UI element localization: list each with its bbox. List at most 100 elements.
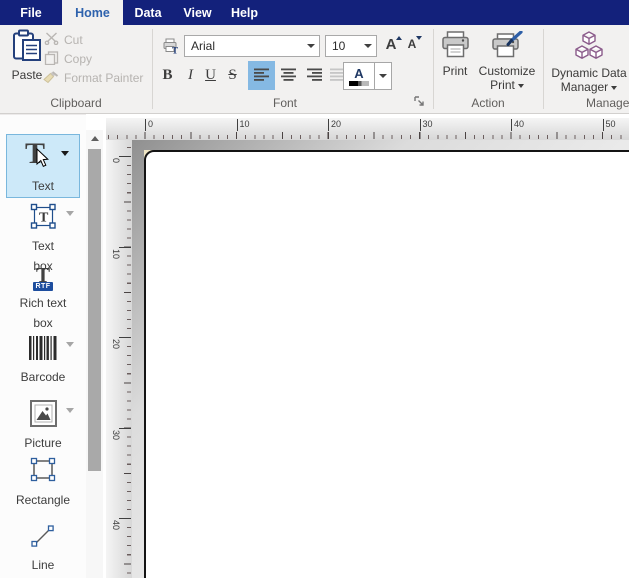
svg-text:T: T — [172, 46, 178, 55]
tool-rich-text-box-label: Rich text box — [20, 293, 67, 333]
cut-button[interactable]: Cut — [44, 31, 83, 49]
printer-font-icon[interactable]: T — [163, 38, 179, 57]
format-painter-icon — [42, 70, 59, 87]
tab-home[interactable]: Home — [62, 0, 123, 25]
tab-view-label: View — [183, 6, 211, 20]
print-icon — [441, 31, 470, 61]
group-separator — [543, 29, 544, 109]
chevron-down-icon[interactable] — [360, 44, 376, 48]
caret-up-icon — [396, 36, 402, 40]
tool-barcode-label: Barcode — [21, 367, 66, 387]
underline-label: U — [205, 67, 216, 84]
tool-picture-label: Picture — [24, 433, 61, 453]
strikethrough-button[interactable]: S — [221, 61, 244, 90]
underline-button[interactable]: U — [199, 61, 222, 90]
scissors-icon — [44, 32, 59, 48]
action-group-label: Action — [434, 96, 542, 110]
scrollbar-up-button[interactable] — [86, 130, 103, 147]
format-painter-button[interactable]: Format Painter — [42, 69, 143, 87]
tool-line[interactable]: Line — [0, 523, 86, 575]
ruler-number: 30 — [111, 430, 121, 440]
clipboard-group-label: Clipboard — [4, 96, 148, 110]
font-color-split-button[interactable]: A — [343, 62, 392, 90]
manage-group-label: Manager — [586, 96, 629, 110]
copy-icon — [44, 51, 59, 68]
ruler-number: 10 — [238, 119, 250, 129]
ruler-major-tick — [119, 156, 131, 157]
font-color-letter: A — [354, 67, 363, 80]
align-left-icon — [254, 68, 270, 84]
print-button[interactable]: Print — [436, 31, 474, 78]
bold-label: B — [162, 67, 172, 84]
chevron-down-icon[interactable] — [66, 342, 74, 347]
ruler-number: 40 — [111, 520, 121, 530]
align-left-button[interactable] — [248, 61, 275, 90]
ruler-number: 20 — [111, 339, 121, 349]
align-center-icon — [281, 68, 297, 84]
toolbox-panel: T Text T Text box T — [0, 114, 86, 578]
customize-print-label: CustomizePrint — [479, 64, 536, 92]
font-size-value: 10 — [326, 39, 360, 53]
chevron-down-icon — [611, 86, 617, 90]
tool-picture[interactable]: Picture — [0, 400, 86, 453]
font-dialog-launcher[interactable] — [414, 96, 425, 110]
chevron-down-icon — [518, 84, 524, 88]
copy-button[interactable]: Copy — [44, 50, 92, 68]
ruler-number: 10 — [111, 249, 121, 259]
font-family-select[interactable]: Arial — [184, 35, 320, 57]
tool-text-label: Text — [7, 179, 79, 193]
font-family-value: Arial — [185, 39, 303, 53]
picture-icon — [30, 400, 57, 430]
chevron-down-icon[interactable] — [303, 44, 319, 48]
font-color-bar — [349, 81, 369, 86]
align-center-button[interactable] — [275, 61, 302, 90]
ruler-major-tick — [119, 428, 131, 429]
dynamic-data-manager-button[interactable]: Dynamic DataManager — [548, 31, 629, 94]
grow-font-button[interactable]: A — [383, 35, 405, 57]
dynamic-data-manager-label: Dynamic DataManager — [551, 66, 626, 94]
shrink-font-button[interactable]: A — [405, 35, 425, 57]
svg-text:T: T — [39, 211, 49, 226]
ribbon-tab-bar: File Home Data View Help — [0, 0, 629, 25]
ruler-major-tick — [119, 518, 131, 519]
chevron-down-icon[interactable] — [66, 408, 74, 413]
text-box-icon: T — [30, 203, 57, 233]
chevron-down-icon[interactable] — [61, 151, 69, 156]
tab-file[interactable]: File — [8, 0, 54, 25]
tool-rectangle[interactable]: Rectangle — [0, 457, 86, 510]
font-size-select[interactable]: 10 — [325, 35, 377, 57]
font-color-button[interactable]: A — [344, 63, 374, 89]
ruler-number: 50 — [604, 119, 616, 129]
chevron-down-icon[interactable] — [66, 211, 74, 216]
customize-print-button[interactable]: CustomizePrint — [476, 31, 538, 92]
toolbox-scrollbar[interactable] — [86, 130, 103, 578]
bold-button[interactable]: B — [156, 61, 179, 90]
ruler-mid-ticks — [106, 132, 629, 139]
strikethrough-label: S — [228, 67, 236, 84]
tool-line-label: Line — [32, 555, 55, 575]
tab-help-label: Help — [231, 6, 258, 20]
label-design-canvas[interactable] — [144, 150, 629, 578]
dynamic-data-cubes-icon — [572, 31, 606, 63]
grow-font-letter: A — [386, 35, 397, 55]
scrollbar-thumb[interactable] — [88, 149, 101, 471]
tab-data[interactable]: Data — [127, 0, 169, 25]
ruler-number: 0 — [146, 119, 153, 129]
font-color-dropdown[interactable] — [374, 63, 391, 89]
italic-label: I — [188, 67, 193, 84]
vertical-ruler: 0 10 20 30 40 — [106, 140, 132, 578]
tab-help[interactable]: Help — [224, 0, 265, 25]
tool-barcode[interactable]: Barcode — [0, 336, 86, 387]
tab-view[interactable]: View — [176, 0, 219, 25]
align-right-button[interactable] — [301, 61, 328, 90]
ruler-number: 30 — [421, 119, 433, 129]
ruler-number: 20 — [329, 119, 341, 129]
ruler-number: 0 — [111, 158, 121, 163]
customize-print-icon — [491, 31, 523, 61]
line-icon — [30, 523, 56, 552]
tool-rich-text-box[interactable]: T RTF Rich text box — [0, 265, 86, 333]
barcode-icon — [29, 336, 58, 363]
rich-text-icon: T RTF — [33, 265, 52, 291]
align-right-icon — [307, 68, 323, 84]
format-painter-label: Format Painter — [64, 71, 143, 85]
